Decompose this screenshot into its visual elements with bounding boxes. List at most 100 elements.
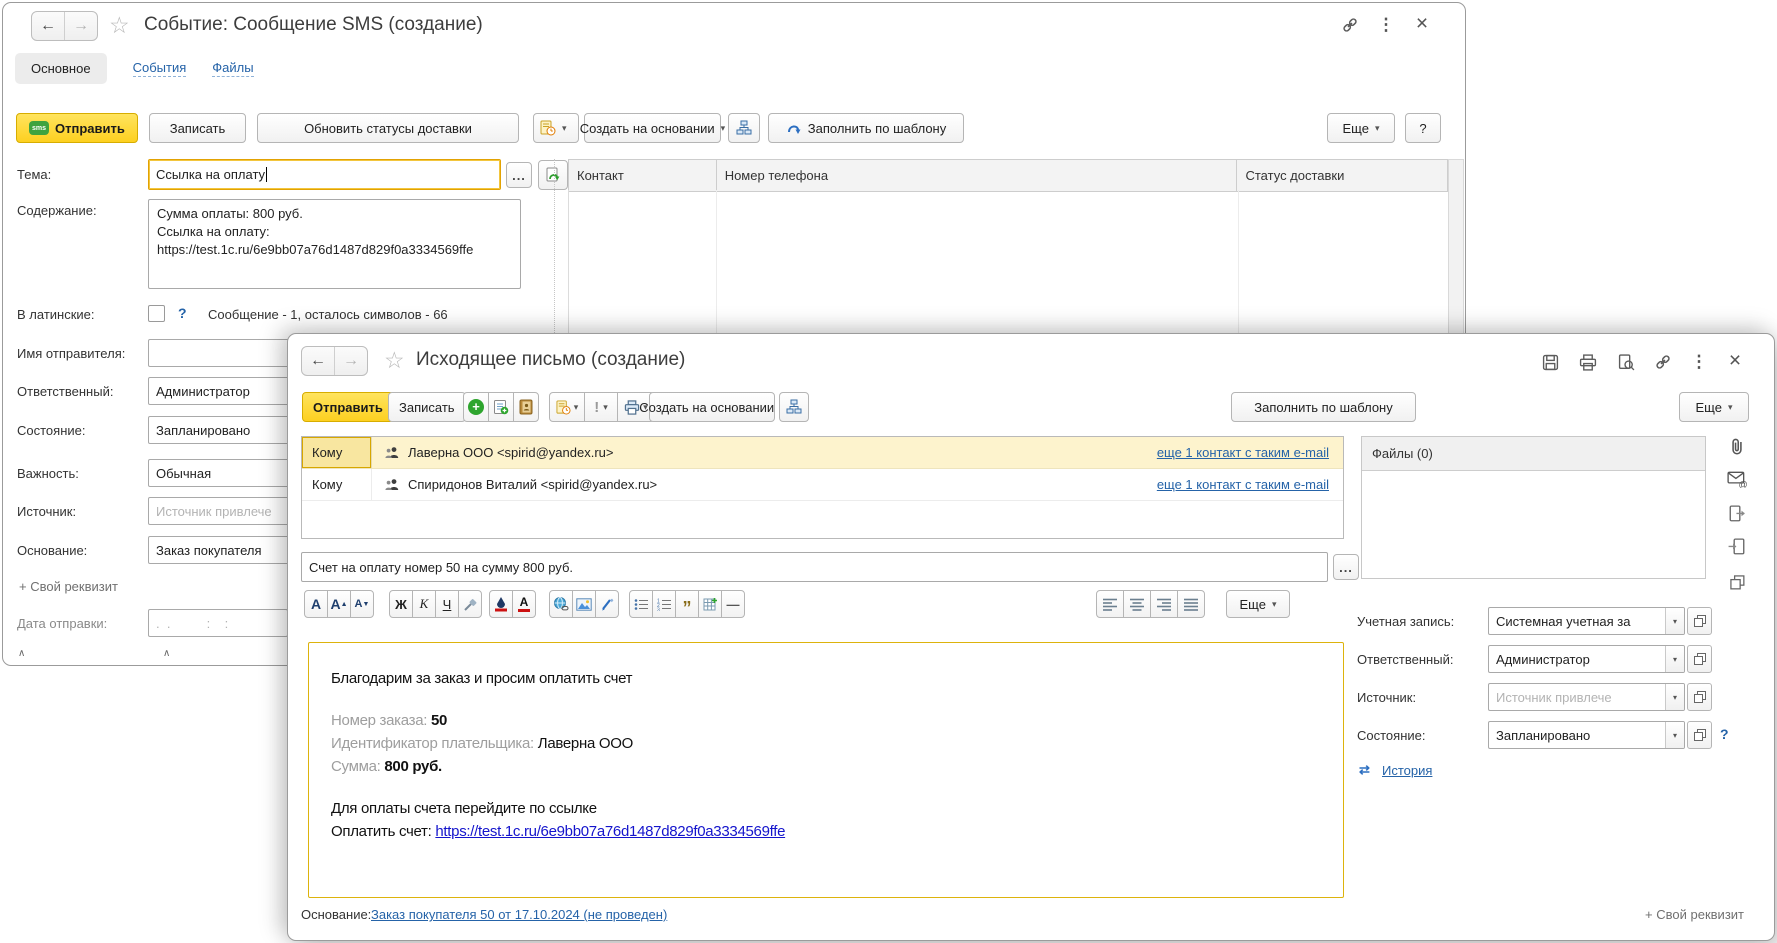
recipient-row[interactable]: Кому Спиридонов Виталий <spirid@yandex.r… <box>302 469 1343 501</box>
tab-files[interactable]: Файлы <box>212 60 254 77</box>
state-help-icon[interactable]: ? <box>1720 726 1729 742</box>
more-button[interactable]: Еще ▾ <box>1327 113 1395 143</box>
back-button[interactable]: ← <box>32 12 64 40</box>
align-justify-icon[interactable] <box>1177 590 1205 618</box>
dropdown-icon[interactable]: ▾ <box>1665 608 1684 634</box>
dropdown-icon[interactable]: ▾ <box>1665 684 1684 710</box>
favorite-star-icon[interactable]: ☆ <box>384 349 405 372</box>
reminder-dropdown-button[interactable]: ▾ <box>549 392 585 422</box>
font-button[interactable]: А <box>304 590 328 618</box>
get-link-icon[interactable] <box>1339 14 1361 36</box>
preview-icon[interactable] <box>1615 351 1637 373</box>
to-latin-checkbox[interactable] <box>148 305 165 322</box>
blockquote-icon[interactable]: ” <box>675 590 699 618</box>
signature-pen-icon[interactable] <box>595 590 619 618</box>
state-combo[interactable]: Запланировано ▾ <box>1488 721 1685 749</box>
back-button[interactable]: ← <box>302 347 334 375</box>
print-icon[interactable] <box>1577 351 1599 373</box>
add-recipient-button[interactable]: + <box>463 392 489 422</box>
insert-link-icon[interactable] <box>549 590 573 618</box>
importance-dropdown-button[interactable]: ! ▾ <box>584 392 618 422</box>
window-menu-icon[interactable]: ⋮ <box>1375 14 1397 36</box>
tab-main[interactable]: Основное <box>15 53 107 84</box>
insert-table-icon[interactable] <box>698 590 722 618</box>
save-button[interactable]: Записать <box>149 113 246 143</box>
horizontal-rule-icon[interactable]: — <box>721 590 745 618</box>
open-account-button[interactable] <box>1687 607 1712 635</box>
files-panel-header[interactable]: Файлы (0) <box>1362 437 1705 471</box>
format-more-button[interactable]: Еще ▾ <box>1226 590 1290 618</box>
forward-button[interactable]: → <box>334 347 367 375</box>
recipient-type-cell[interactable]: Кому <box>302 437 372 468</box>
align-right-icon[interactable] <box>1150 590 1178 618</box>
send-date-input[interactable]: . . : : <box>148 609 288 637</box>
help-button[interactable]: ? <box>1405 113 1441 143</box>
attach-file-icon[interactable] <box>1725 434 1749 458</box>
email-body-editor[interactable]: Благодарим за заказ и просим оплатить сч… <box>308 642 1344 898</box>
save-file-icon[interactable] <box>1539 351 1561 373</box>
open-state-button[interactable] <box>1687 721 1712 749</box>
theme-select-button[interactable]: ... <box>506 162 532 188</box>
align-center-icon[interactable] <box>1123 590 1151 618</box>
favorite-star-icon[interactable]: ☆ <box>109 14 130 37</box>
column-header-phone[interactable]: Номер телефона <box>717 160 1238 191</box>
numbered-list-icon[interactable]: 123 <box>652 590 676 618</box>
send-sms-button[interactable]: sms Отправить <box>16 113 138 143</box>
column-header-delivery-status[interactable]: Статус доставки <box>1237 160 1447 191</box>
add-custom-attribute-link[interactable]: + Свой реквизит <box>19 579 118 594</box>
add-from-list-button[interactable] <box>488 392 514 422</box>
content-textarea[interactable]: Сумма оплаты: 800 руб. Ссылка на оплату:… <box>148 199 521 289</box>
fill-by-template-button[interactable]: Заполнить по шаблону <box>768 113 964 143</box>
create-based-on-button[interactable]: Создать на основании▾ <box>639 392 785 422</box>
add-custom-attribute-link[interactable]: + Свой реквизит <box>1645 907 1744 922</box>
align-left-icon[interactable] <box>1096 590 1124 618</box>
close-icon[interactable]: × <box>1411 12 1433 35</box>
open-responsible-button[interactable] <box>1687 645 1712 673</box>
payment-link[interactable]: https://test.1c.ru/6e9bb07a76d1487d829f0… <box>435 823 785 840</box>
underline-button[interactable]: Ч <box>435 590 459 618</box>
subject-input[interactable]: Счет на оплату номер 50 на сумму 800 руб… <box>301 552 1328 582</box>
font-smaller-button[interactable]: А ▼ <box>350 590 374 618</box>
same-email-contacts-link[interactable]: еще 1 контакт с таким e-mail <box>1157 477 1329 492</box>
source-combo[interactable]: Источник привлече ▾ <box>1488 683 1685 711</box>
responsible-combo[interactable]: Администратор ▾ <box>1488 645 1685 673</box>
more-button[interactable]: Еще ▾ <box>1679 392 1749 422</box>
recipient-row[interactable]: Кому Лаверна ООО <spirid@yandex.ru> еще … <box>302 437 1343 469</box>
font-larger-button[interactable]: А ▲ <box>327 590 351 618</box>
dropdown-icon[interactable]: ▾ <box>1665 722 1684 748</box>
recipient-value[interactable]: Лаверна ООО <spirid@yandex.ru> <box>408 445 614 460</box>
forward-button[interactable]: → <box>64 12 97 40</box>
tab-events[interactable]: События <box>132 60 187 77</box>
open-source-button[interactable] <box>1687 683 1712 711</box>
recipient-type-cell[interactable]: Кому <box>302 469 372 500</box>
close-icon[interactable]: × <box>1724 349 1746 372</box>
bold-button[interactable]: Ж <box>389 590 413 618</box>
theme-input[interactable]: Ссылка на оплату <box>148 159 501 190</box>
account-combo[interactable]: Системная учетная за ▾ <box>1488 607 1685 635</box>
attach-email-icon[interactable]: @ <box>1725 467 1749 491</box>
to-latin-help-icon[interactable]: ? <box>178 305 187 321</box>
insert-image-icon[interactable] <box>572 590 596 618</box>
send-email-button[interactable]: Отправить <box>302 392 394 422</box>
create-based-on-button[interactable]: Создать на основании▾ <box>580 113 725 143</box>
export-document-icon[interactable] <box>1725 502 1749 526</box>
column-header-contact[interactable]: Контакт <box>569 160 717 191</box>
format-painter-icon[interactable] <box>458 590 482 618</box>
related-documents-button[interactable] <box>728 113 760 143</box>
open-theme-template-button[interactable] <box>538 160 568 190</box>
italic-button[interactable]: К <box>412 590 436 618</box>
highlight-color-button[interactable] <box>489 590 513 618</box>
address-book-icon[interactable] <box>513 392 539 422</box>
fill-by-template-button[interactable]: Заполнить по шаблону <box>1231 392 1416 422</box>
import-document-icon[interactable] <box>1725 535 1749 559</box>
subject-select-button[interactable]: ... <box>1333 554 1359 580</box>
update-delivery-statuses-button[interactable]: Обновить статусы доставки <box>257 113 519 143</box>
bullet-list-icon[interactable] <box>629 590 653 618</box>
same-email-contacts-link[interactable]: еще 1 контакт с таким e-mail <box>1157 445 1329 460</box>
save-button[interactable]: Записать <box>388 392 466 422</box>
window-menu-icon[interactable]: ⋮ <box>1688 351 1710 373</box>
dropdown-icon[interactable]: ▾ <box>1665 646 1684 672</box>
open-in-window-icon[interactable] <box>1725 570 1749 594</box>
get-link-icon[interactable] <box>1652 351 1674 373</box>
footer-basis-link[interactable]: Заказ покупателя 50 от 17.10.2024 (не пр… <box>371 907 667 922</box>
